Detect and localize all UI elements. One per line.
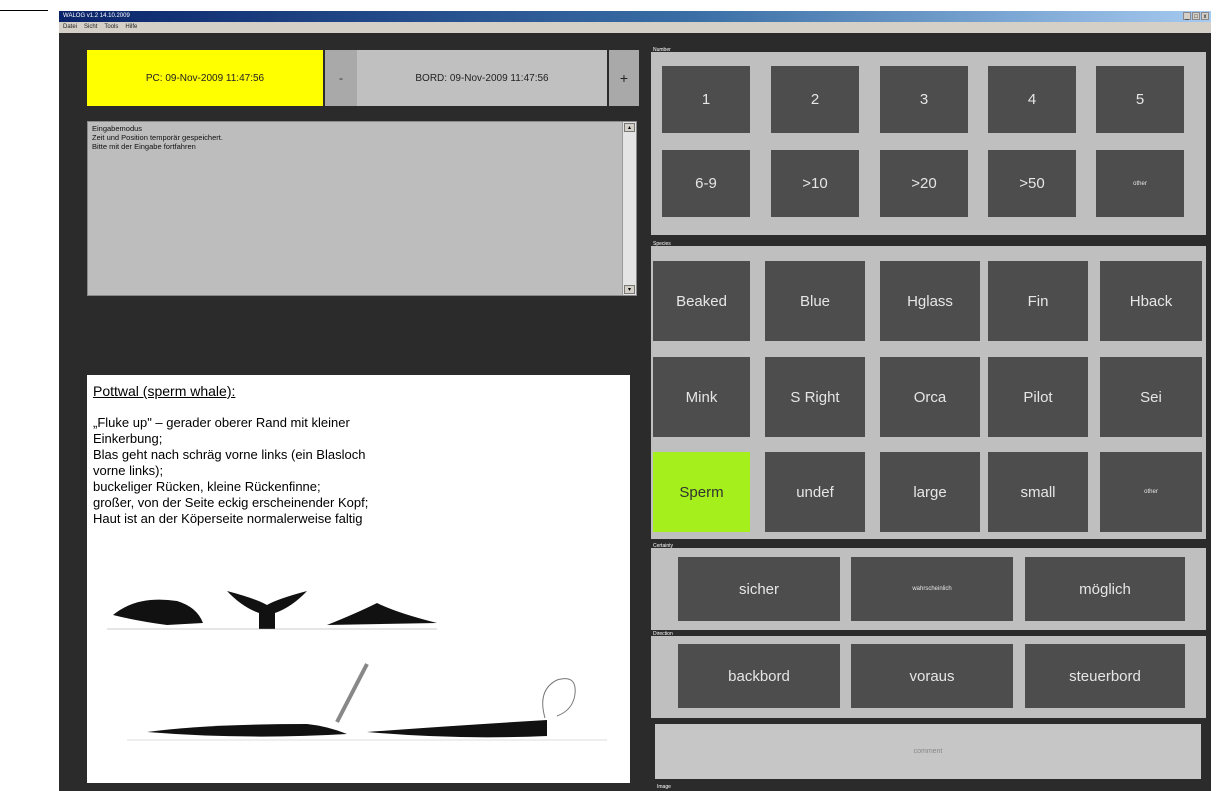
species-sperm-button[interactable]: Sperm bbox=[653, 452, 750, 532]
species-hback-button[interactable]: Hback bbox=[1100, 261, 1202, 341]
comment-button[interactable]: comment bbox=[655, 724, 1201, 779]
number-group: Number 1 2 3 4 5 6-9 >10 >20 >50 other bbox=[651, 47, 1206, 235]
species-info-panel: Pottwal (sperm whale): „Fluke up" – gera… bbox=[87, 375, 630, 783]
whale-silhouettes-top bbox=[107, 591, 437, 630]
bord-time-display: BORD: 09-Nov-2009 11:47:56 bbox=[357, 50, 607, 106]
info-heading: Pottwal (sperm whale): bbox=[93, 383, 236, 399]
species-hglass-button[interactable]: Hglass bbox=[880, 261, 980, 341]
window-title: WALOG v1.2 14.10.2009 bbox=[63, 13, 130, 19]
whale-blow-illustration bbox=[127, 663, 607, 741]
direction-voraus-button[interactable]: voraus bbox=[851, 644, 1013, 708]
number-2-button[interactable]: 2 bbox=[771, 66, 859, 133]
number-3-button[interactable]: 3 bbox=[880, 66, 968, 133]
number-50-button[interactable]: >50 bbox=[988, 150, 1076, 217]
pc-time-display: PC: 09-Nov-2009 11:47:56 bbox=[87, 50, 323, 106]
menu-datei[interactable]: Datei bbox=[63, 22, 77, 33]
number-20-button[interactable]: >20 bbox=[880, 150, 968, 217]
species-group-label: Species bbox=[653, 241, 671, 247]
direction-backbord-button[interactable]: backbord bbox=[678, 644, 840, 708]
window-controls: _ □ x bbox=[1183, 12, 1209, 20]
whale-head-illustration bbox=[113, 599, 203, 625]
direction-steuerbord-button[interactable]: steuerbord bbox=[1025, 644, 1185, 708]
info-line: buckeliger Rücken, kleine Rückenfinne; bbox=[93, 479, 321, 494]
scroll-down-icon[interactable]: ▾ bbox=[624, 285, 635, 294]
status-scrollbar[interactable]: ▴ ▾ bbox=[622, 122, 636, 295]
maximize-button[interactable]: □ bbox=[1192, 12, 1200, 20]
direction-group: Direction backbord voraus steuerbord bbox=[651, 631, 1206, 718]
top-rule bbox=[0, 10, 48, 11]
species-blue-button[interactable]: Blue bbox=[765, 261, 865, 341]
number-group-label: Number bbox=[653, 47, 671, 53]
species-mink-button[interactable]: Mink bbox=[653, 357, 750, 437]
menu-sicht[interactable]: Sicht bbox=[84, 22, 97, 33]
species-large-button[interactable]: large bbox=[880, 452, 980, 532]
whale-fluke-illustration bbox=[227, 591, 307, 629]
menu-bar: Datei Sicht Tools Hilfe bbox=[59, 22, 1211, 33]
whale-back-illustration bbox=[327, 603, 437, 625]
certainty-sicher-button[interactable]: sicher bbox=[678, 557, 840, 621]
status-line: Zeit und Position temporär gespeichert. bbox=[92, 133, 223, 142]
info-line: vorne links); bbox=[93, 463, 164, 478]
scroll-up-icon[interactable]: ▴ bbox=[624, 123, 635, 132]
number-5-button[interactable]: 5 bbox=[1096, 66, 1184, 133]
info-line: Haut ist an der Köperseite normalerweise… bbox=[93, 511, 363, 526]
species-group: Species Beaked Blue Hglass Fin Hback Min… bbox=[651, 241, 1206, 539]
info-line: Blas geht nach schräg vorne links (ein B… bbox=[93, 447, 366, 462]
time-plus-button[interactable]: + bbox=[609, 50, 639, 106]
status-line: Bitte mit der Eingabe fortfahren bbox=[92, 142, 196, 151]
species-other-button[interactable]: other bbox=[1100, 452, 1202, 532]
menu-tools[interactable]: Tools bbox=[104, 22, 118, 33]
menu-hilfe[interactable]: Hilfe bbox=[125, 22, 137, 33]
certainty-group: Certainty sicher wahrscheinlich möglich bbox=[651, 543, 1206, 630]
info-line: Einkerbung; bbox=[93, 431, 163, 446]
species-sei-button[interactable]: Sei bbox=[1100, 357, 1202, 437]
number-4-button[interactable]: 4 bbox=[988, 66, 1076, 133]
certainty-moeglich-button[interactable]: möglich bbox=[1025, 557, 1185, 621]
direction-group-label: Direction bbox=[653, 631, 673, 637]
species-fin-button[interactable]: Fin bbox=[988, 261, 1088, 341]
number-10-button[interactable]: >10 bbox=[771, 150, 859, 217]
species-undef-button[interactable]: undef bbox=[765, 452, 865, 532]
certainty-wahrscheinlich-button[interactable]: wahrscheinlich bbox=[851, 557, 1013, 621]
species-beaked-button[interactable]: Beaked bbox=[653, 261, 750, 341]
minimize-button[interactable]: _ bbox=[1183, 12, 1191, 20]
close-button[interactable]: x bbox=[1201, 12, 1209, 20]
species-s-right-button[interactable]: S Right bbox=[765, 357, 865, 437]
status-line: Eingabemodus bbox=[92, 124, 143, 133]
status-log[interactable]: Eingabemodus Zeit und Position temporär … bbox=[87, 121, 637, 296]
number-other-button[interactable]: other bbox=[1096, 150, 1184, 217]
species-small-button[interactable]: small bbox=[988, 452, 1088, 532]
species-orca-button[interactable]: Orca bbox=[880, 357, 980, 437]
bottom-group-label: Image bbox=[657, 784, 671, 790]
number-1-button[interactable]: 1 bbox=[662, 66, 750, 133]
info-line: „Fluke up" – gerader oberer Rand mit kle… bbox=[93, 415, 350, 430]
title-bar: WALOG v1.2 14.10.2009 _ □ x bbox=[59, 11, 1211, 22]
info-line: großer, von der Seite eckig erscheinende… bbox=[93, 495, 369, 510]
time-minus-button[interactable]: - bbox=[325, 50, 357, 106]
species-pilot-button[interactable]: Pilot bbox=[988, 357, 1088, 437]
number-6-9-button[interactable]: 6-9 bbox=[662, 150, 750, 217]
certainty-group-label: Certainty bbox=[653, 543, 674, 549]
